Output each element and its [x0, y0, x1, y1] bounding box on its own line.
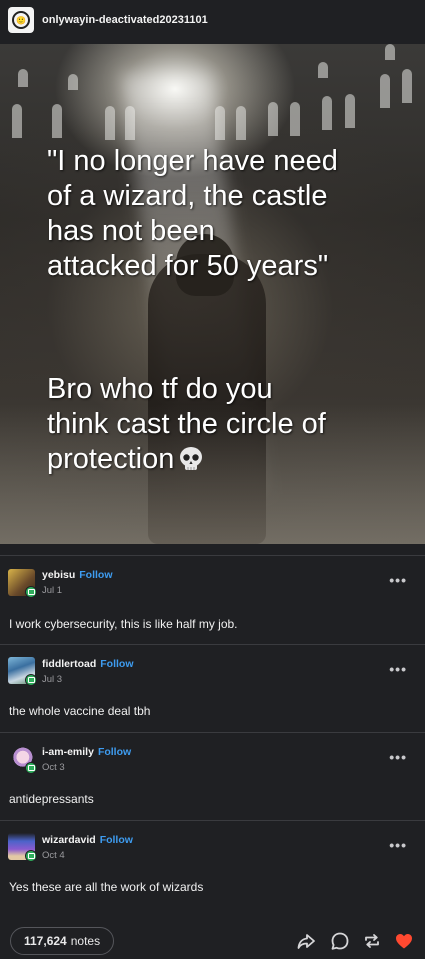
reblog-text: antidepressants: [9, 792, 94, 806]
reblog-username[interactable]: fiddlertoad: [42, 658, 96, 670]
reblog-username[interactable]: i-am-emily: [42, 746, 94, 758]
follow-button[interactable]: Follow: [100, 658, 133, 670]
follow-button[interactable]: Follow: [79, 569, 112, 581]
reblog-item: yebisu Follow Jul 1 ••• I work cybersecur…: [0, 556, 425, 644]
meme-quote-text: "I no longer have need of a wizard, the …: [47, 145, 338, 282]
op-username[interactable]: onlywayin-deactivated20231101: [42, 14, 208, 26]
notes-label: notes: [70, 934, 101, 948]
reblog-badge-icon: [25, 674, 37, 686]
op-logo-icon: 🙂: [12, 11, 30, 29]
reblog-date: Jul 1: [42, 585, 63, 596]
reblog-item: i-am-emily Follow Oct 3 ••• antidepressan…: [0, 733, 425, 821]
post-image: "I no longer have need of a wizard, the …: [0, 44, 425, 544]
reblog-item: fiddlertoad Follow Jul 3 ••• the whole va…: [0, 645, 425, 733]
reblog-date: Oct 4: [42, 850, 65, 861]
post-footer: 117,624 notes: [0, 920, 425, 959]
notes-count: 117,624: [24, 934, 67, 948]
reblog-text: Yes these are all the work of wizards: [9, 880, 204, 894]
op-avatar[interactable]: 🙂: [8, 7, 34, 33]
more-options-icon[interactable]: •••: [389, 661, 407, 677]
more-options-icon[interactable]: •••: [389, 837, 407, 853]
reply-icon[interactable]: [330, 931, 350, 951]
reblog-text: the whole vaccine deal tbh: [9, 704, 151, 718]
reblog-username[interactable]: yebisu: [42, 569, 75, 581]
meme-punchline: Bro who tf do you think cast the circle …: [47, 372, 407, 477]
post-header: 🙂 onlywayin-deactivated20231101: [0, 0, 425, 40]
like-icon[interactable]: [394, 931, 414, 951]
notes-button[interactable]: 117,624 notes: [10, 927, 115, 955]
more-options-icon[interactable]: •••: [389, 749, 407, 765]
reblog-date: Jul 3: [42, 674, 63, 685]
share-icon[interactable]: [296, 931, 316, 951]
reblog-icon[interactable]: [362, 931, 382, 951]
reblog-date: Oct 3: [42, 762, 65, 773]
reblog-badge-icon: [25, 762, 37, 774]
reblog-text: I work cybersecurity, this is like half …: [9, 617, 238, 631]
skull-icon: [180, 447, 203, 470]
reblog-badge-icon: [25, 586, 37, 598]
reblog-badge-icon: [25, 850, 37, 862]
more-options-icon[interactable]: •••: [389, 572, 407, 588]
follow-button[interactable]: Follow: [100, 834, 133, 846]
reblog-username[interactable]: wizardavid: [42, 834, 96, 846]
reblog-item: wizardavid Follow Oct 4 ••• Yes these are…: [0, 821, 425, 911]
follow-button[interactable]: Follow: [98, 746, 131, 758]
